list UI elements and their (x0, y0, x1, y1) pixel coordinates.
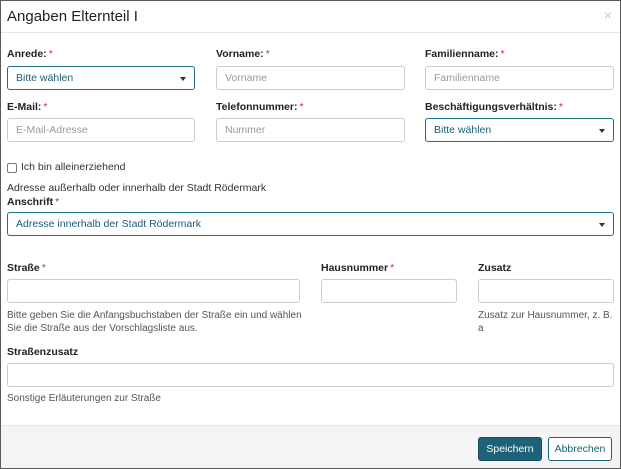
anschrift-select-value: Adresse innerhalb der Stadt Rödermark (16, 218, 202, 230)
familienname-input[interactable] (425, 66, 614, 90)
required-marker: * (299, 101, 304, 113)
telefon-input[interactable] (216, 118, 405, 142)
strassenzusatz-label: Straßenzusatz (7, 346, 79, 358)
close-icon[interactable]: × (604, 8, 612, 22)
anschrift-select[interactable]: Adresse innerhalb der Stadt Rödermark (7, 212, 614, 236)
required-marker: * (500, 48, 505, 60)
caret-down-icon (599, 129, 605, 133)
required-marker: * (558, 101, 563, 113)
strassenzusatz-help: Sonstige Erläuterungen zur Straße (7, 393, 161, 404)
anrede-label: Anrede: * (7, 48, 53, 60)
required-marker: * (48, 48, 53, 60)
dialog: Angaben Elternteil I × Anrede: * Bitte wä… (0, 0, 621, 469)
caret-down-icon (599, 223, 605, 227)
dialog-footer: Speichern Abbrechen (1, 425, 620, 468)
required-marker: * (41, 262, 46, 274)
dialog-title: Angaben Elternteil I (7, 8, 138, 25)
beschaeftigung-select[interactable]: Bitte wählen (425, 118, 614, 142)
anrede-select[interactable]: Bitte wählen (7, 66, 195, 90)
hausnummer-input[interactable] (321, 279, 457, 303)
anschrift-label: Anschrift * (7, 196, 60, 208)
telefon-label: Telefonnummer: * (216, 101, 304, 113)
zusatz-input[interactable] (478, 279, 614, 303)
required-marker: * (43, 101, 48, 113)
strasse-input[interactable] (7, 279, 300, 303)
email-label: E-Mail: * (7, 101, 48, 113)
vorname-input[interactable] (216, 66, 405, 90)
zusatz-help: Zusatz zur Hausnummer, z. B. a (478, 310, 613, 334)
adresse-hint: Adresse außerhalb oder innerhalb der Sta… (7, 182, 267, 194)
email-input[interactable] (7, 118, 195, 142)
beschaeftigung-select-value: Bitte wählen (434, 124, 492, 136)
vorname-label: Vorname: * (216, 48, 270, 60)
required-marker: * (390, 262, 395, 274)
familienname-label: Familienname: * (425, 48, 505, 60)
hausnummer-label: Hausnummer * (321, 262, 395, 274)
dialog-header: Angaben Elternteil I × (1, 1, 620, 33)
save-button[interactable]: Speichern (478, 437, 542, 461)
required-marker: * (55, 196, 60, 208)
strasse-help: Bitte geben Sie die Anfangsbuchstaben de… (7, 310, 302, 334)
strasse-label: Straße * (7, 262, 46, 274)
required-marker: * (265, 48, 270, 60)
alleinerziehend-checkbox[interactable] (7, 163, 17, 173)
anrede-select-value: Bitte wählen (16, 72, 74, 84)
cancel-button[interactable]: Abbrechen (548, 437, 612, 461)
beschaeftigung-label: Beschäftigungsverhältnis: * (425, 101, 563, 113)
strassenzusatz-input[interactable] (7, 363, 614, 387)
alleinerziehend-label: Ich bin alleinerziehend (21, 161, 126, 173)
caret-down-icon (180, 77, 186, 81)
zusatz-label: Zusatz (478, 262, 512, 274)
